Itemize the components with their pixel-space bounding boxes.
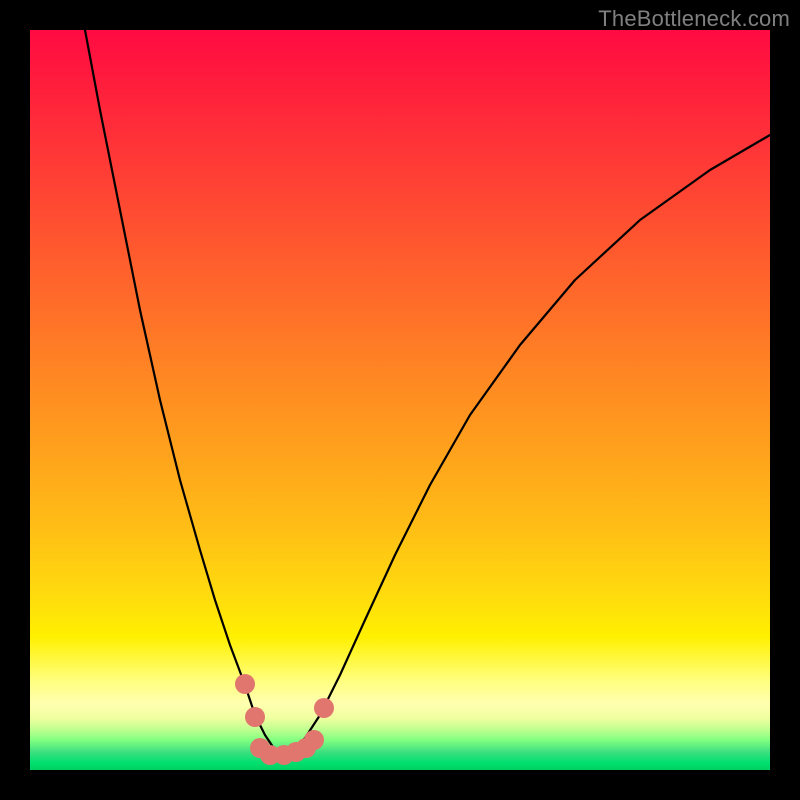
bottleneck-curve xyxy=(85,30,770,755)
plot-area xyxy=(30,30,770,770)
highlight-dot xyxy=(304,730,324,750)
highlight-dot xyxy=(235,674,255,694)
watermark-text: TheBottleneck.com xyxy=(598,6,790,32)
highlight-dots-group xyxy=(235,674,334,765)
curve-layer xyxy=(30,30,770,770)
highlight-dot xyxy=(314,698,334,718)
highlight-dot xyxy=(245,707,265,727)
chart-frame: TheBottleneck.com xyxy=(0,0,800,800)
